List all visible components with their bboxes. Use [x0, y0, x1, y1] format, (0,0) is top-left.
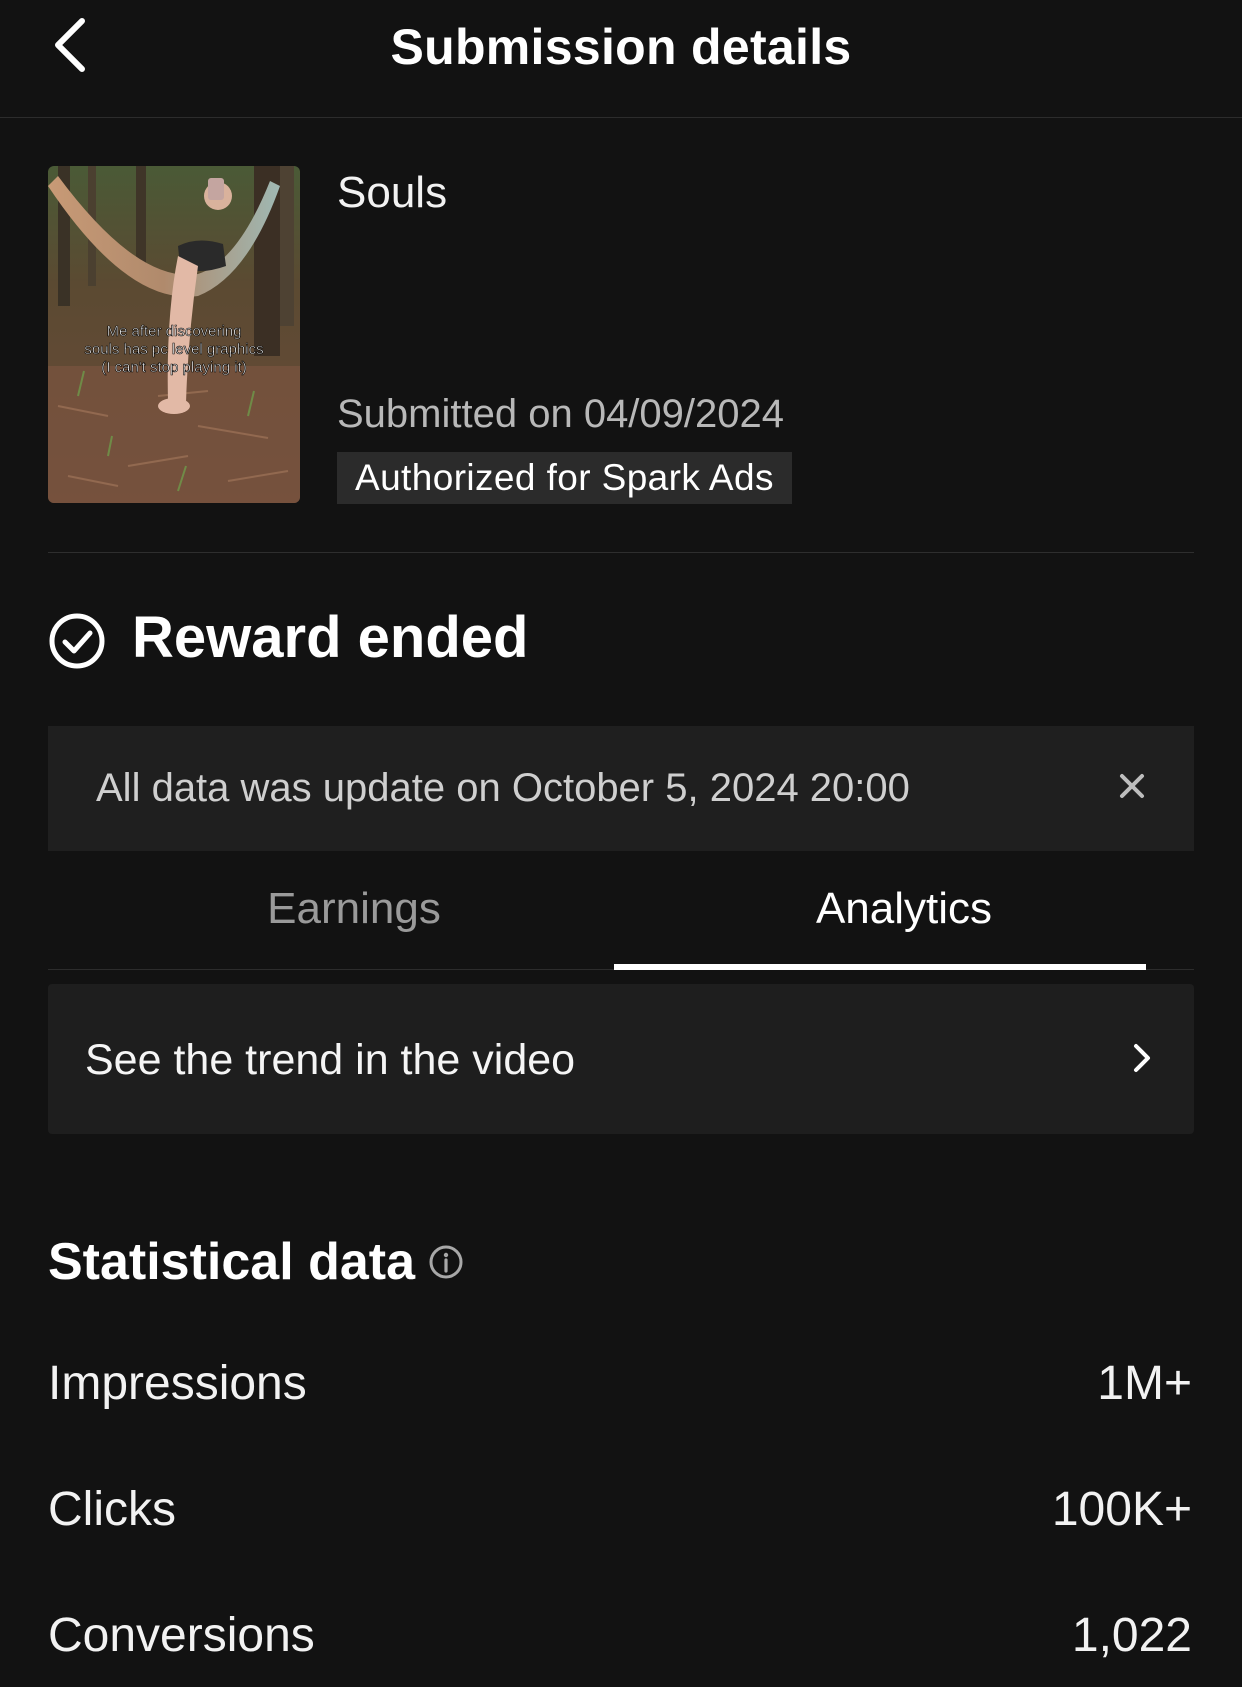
- check-circle-icon: [49, 613, 105, 669]
- video-thumbnail-image: Me after discovering souls has pc level …: [48, 166, 300, 503]
- conversions-label: Conversions: [48, 1609, 315, 1662]
- submitted-date: Submitted on 04/09/2024: [337, 392, 785, 436]
- submission-details-page: Submission details Me after discovering …: [0, 0, 1242, 1687]
- impressions-value: 1M+: [1097, 1357, 1192, 1410]
- see-trend-label: See the trend in the video: [85, 1036, 576, 1084]
- section-divider: [48, 552, 1194, 553]
- notice-close-button[interactable]: [1110, 764, 1154, 808]
- clicks-value: 100K+: [1051, 1483, 1192, 1536]
- video-title: Souls: [337, 168, 448, 217]
- reward-status: Reward ended: [132, 605, 529, 670]
- tab-bar: Earnings Analytics: [48, 862, 1194, 970]
- conversions-value: 1,022: [1071, 1609, 1192, 1662]
- thumbnail-caption-line-1: Me after discovering: [106, 323, 241, 340]
- statistical-data-heading: Statistical data: [48, 1233, 416, 1291]
- thumbnail-caption-line-3: (I can't stop playing it): [101, 359, 246, 376]
- data-update-text: All data was update on October 5, 2024 2…: [96, 766, 910, 810]
- see-trend-row[interactable]: See the trend in the video: [48, 984, 1194, 1134]
- page-title: Submission details: [390, 19, 852, 75]
- thumbnail-caption-line-2: souls has pc level graphics: [84, 341, 263, 358]
- close-icon: [1120, 774, 1144, 798]
- info-icon[interactable]: [428, 1244, 464, 1280]
- chevron-right-icon: [1134, 1044, 1150, 1072]
- active-tab-indicator: [614, 964, 1146, 970]
- clicks-label: Clicks: [48, 1483, 176, 1536]
- top-bar: Submission details: [0, 0, 1242, 118]
- tab-earnings[interactable]: Earnings: [48, 884, 660, 934]
- impressions-label: Impressions: [48, 1357, 307, 1410]
- data-update-notice: All data was update on October 5, 2024 2…: [48, 726, 1194, 851]
- spark-ads-badge: Authorized for Spark Ads: [337, 452, 792, 504]
- tab-analytics[interactable]: Analytics: [614, 884, 1194, 934]
- video-thumbnail[interactable]: Me after discovering souls has pc level …: [48, 166, 300, 503]
